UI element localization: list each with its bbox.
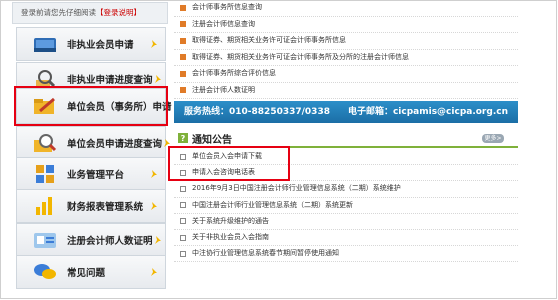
- document-icon: [180, 234, 186, 241]
- bullet-icon: [180, 54, 186, 61]
- notice-item[interactable]: 关于非执业会员入会指南: [174, 230, 518, 247]
- speech-bubbles-icon: [31, 260, 59, 284]
- bullet-icon: [180, 87, 186, 94]
- book-icon: [31, 32, 59, 56]
- main-content: 会计师事务所信息查询 注册会计师信息查询 取得证券、期货相关业务许可证会计师事务…: [174, 0, 518, 300]
- notice-title: 通知公告: [192, 134, 232, 146]
- bullet-icon: [180, 37, 186, 44]
- notice-item[interactable]: 关于系统升级维护的通告: [174, 214, 518, 230]
- id-card-icon: [31, 228, 59, 252]
- sidebar-item-business-platform[interactable]: 业务管理平台: [16, 157, 166, 191]
- document-icon: [180, 153, 186, 160]
- sidebar-item-label: 单位会员（事务所）申请: [67, 102, 172, 113]
- sidebar-item-financial-reports[interactable]: 财务报表管理系统: [16, 189, 166, 223]
- sidebar-item-cpa-count-certificate[interactable]: 注册会计师人数证明: [16, 223, 166, 257]
- pin-icon: [153, 74, 163, 84]
- sidebar-item-label: 单位会员申请进度查询: [67, 139, 163, 150]
- pencil-folder-icon: [31, 94, 59, 118]
- magnifier-folder-icon: [31, 131, 59, 155]
- pin-icon: [149, 169, 159, 179]
- document-icon: [180, 185, 186, 192]
- login-tip-text: 登录前请您先仔细阅读: [21, 8, 96, 17]
- grid-icon: [31, 162, 59, 186]
- sidebar-item-label: 非执业申请进度查询: [67, 75, 153, 86]
- sidebar-item-non-practicing-member-apply[interactable]: 非执业会员申请: [16, 27, 166, 61]
- bullet-icon: [180, 21, 186, 28]
- pin-icon: [149, 267, 159, 277]
- news-item[interactable]: 会计师事务所综合评价信息: [174, 66, 518, 83]
- notice-item[interactable]: 申请入会咨询电话表: [174, 165, 518, 182]
- pin-icon: [162, 138, 172, 148]
- news-item[interactable]: 注册会计师人数证明: [174, 83, 518, 99]
- notice-item[interactable]: 中国注册会计师行业管理信息系统（二期）系统更新: [174, 198, 518, 214]
- notice-item[interactable]: 单位会员入会申请下载: [174, 149, 518, 166]
- sidebar-item-label: 财务报表管理系统: [67, 202, 144, 213]
- question-icon: ?: [178, 133, 188, 143]
- sidebar-item-label: 非执业会员申请: [67, 40, 134, 51]
- bar-chart-icon: [31, 194, 59, 218]
- notice-header: ? 通知公告 更多>: [174, 130, 518, 148]
- notice-item[interactable]: 2016年9月3日中国注册会计师行业管理信息系统（二期）系统维护: [174, 181, 518, 198]
- news-item[interactable]: 取得证券、期货相关业务许可证会计师事务所信息: [174, 33, 518, 50]
- sidebar-item-unit-member-progress[interactable]: 单位会员申请进度查询: [16, 126, 171, 160]
- hotline-banner: 服务热线：010-88250337/0338 电子邮箱：cicpamis@cic…: [174, 101, 518, 123]
- sidebar-item-label: 业务管理平台: [67, 170, 125, 181]
- news-item[interactable]: 会计师事务所信息查询: [174, 0, 518, 17]
- sidebar-item-faq[interactable]: 常见问题: [16, 255, 166, 289]
- news-item[interactable]: 注册会计师信息查询: [174, 17, 518, 33]
- document-icon: [180, 202, 186, 209]
- news-item[interactable]: 取得证券、期货相关业务许可证会计师事务所及分所的注册会计师信息: [174, 50, 518, 66]
- more-button[interactable]: 更多>: [482, 133, 504, 143]
- pin-icon: [149, 201, 159, 211]
- sidebar: 登录前请您先仔细阅读【登录说明】 非执业会员申请 非执业申请进度查询 单位会员（…: [12, 0, 180, 300]
- pin-icon: [149, 39, 159, 49]
- notice-item[interactable]: 中注协行业管理信息系统春节期间暂停使用通知: [174, 246, 518, 263]
- sidebar-item-label: 常见问题: [67, 268, 106, 279]
- bullet-icon: [180, 4, 186, 11]
- login-tip: 登录前请您先仔细阅读【登录说明】: [12, 2, 168, 24]
- news-list: 会计师事务所信息查询 注册会计师信息查询 取得证券、期货相关业务许可证会计师事务…: [174, 0, 518, 99]
- sidebar-item-unit-member-apply[interactable]: 单位会员（事务所）申请: [14, 86, 180, 126]
- sidebar-item-label: 注册会计师人数证明: [67, 236, 153, 247]
- notice-list: 单位会员入会申请下载 申请入会咨询电话表 2016年9月3日中国注册会计师行业管…: [174, 149, 518, 263]
- bullet-icon: [180, 70, 186, 77]
- pin-icon: [153, 235, 163, 245]
- document-icon: [180, 169, 186, 176]
- document-icon: [180, 250, 186, 257]
- document-icon: [180, 218, 186, 225]
- login-instructions-link[interactable]: 【登录说明】: [96, 8, 141, 17]
